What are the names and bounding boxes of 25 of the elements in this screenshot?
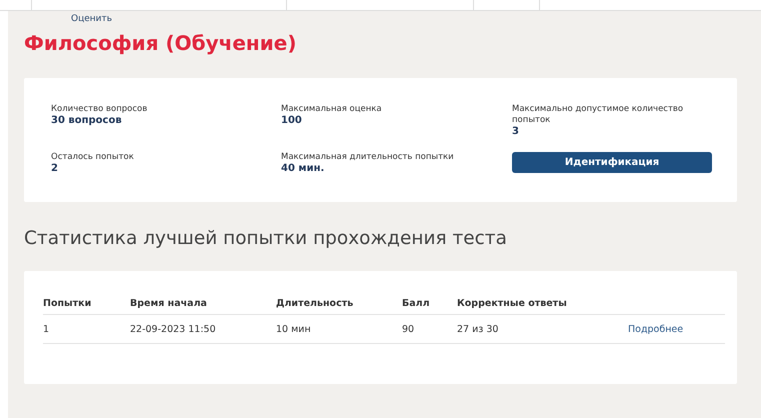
info-value: 100 [281,115,303,127]
details-link[interactable]: Подробнее [628,324,684,335]
section-heading: Статистика лучшей попытки прохождения теста [24,228,508,249]
table-cell: 1 [43,314,130,344]
table-cell: 22-09-2023 11:50 [130,314,276,344]
table-cell: 90 [402,314,457,344]
column-header: Длительность [276,293,402,314]
info-label: Максимальная длительность попытки [281,152,455,163]
info-label: Максимальная оценка [281,104,383,115]
page-title: Философия (Обучение) [24,31,298,55]
info-value: 40 мин. [281,163,326,175]
column-header: Попытки [43,293,130,314]
table-cell: 10 мин [276,314,402,344]
info-value: 3 [512,126,520,138]
column-header: Корректные ответы [457,293,628,314]
column-header: Время начала [130,293,276,314]
table-cell: 27 из 30 [457,314,628,344]
info-label: Количество вопросов [51,104,148,115]
info-label: Максимально допустимое количество попыток [512,104,684,126]
rate-link[interactable]: Оценить [71,14,112,24]
column-header: Балл [402,293,457,314]
info-value: 30 вопросов [51,115,123,127]
identify-button[interactable]: Идентификация [512,152,712,173]
info-value: 2 [51,163,59,175]
info-label: Осталось попыток [51,152,135,163]
